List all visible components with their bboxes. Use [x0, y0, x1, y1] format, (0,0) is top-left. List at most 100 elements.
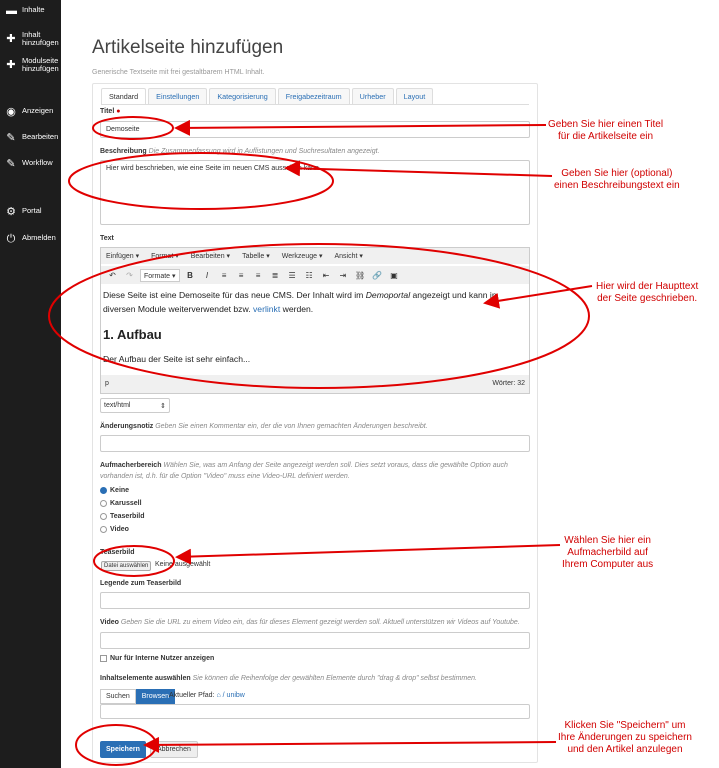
header-area-hint-2: vorhanden ist, d.h. für die Option "Vide… [100, 473, 350, 480]
sidebar-item-inhalt-hinzufuegen[interactable]: ✚ Inhalt hinzufügen [0, 31, 61, 47]
file-status: Keine ausgewählt [155, 561, 211, 568]
menu-bearbeiten[interactable]: Bearbeiten ▾ [191, 252, 230, 260]
tab-layout[interactable]: Layout [395, 88, 434, 104]
align-center-icon[interactable]: ≡ [235, 269, 248, 282]
change-note-field[interactable] [100, 435, 530, 452]
align-left-icon[interactable]: ≡ [218, 269, 231, 282]
callout-description: Geben Sie hier (optional) einen Beschrei… [554, 168, 680, 191]
sidebar-item-anzeigen[interactable]: ◉ Anzeigen [0, 107, 61, 119]
editor-content[interactable]: Diese Seite ist eine Demoseite für das n… [103, 288, 523, 366]
current-path-link[interactable]: / unibw [223, 692, 245, 699]
paragraph-text: Diese Seite ist eine Demoseite für das n… [103, 290, 366, 300]
redo-icon[interactable]: ↷ [123, 269, 136, 282]
save-button[interactable]: Speichern [100, 741, 146, 758]
editor-paragraph-2: Der Aufbau der Seite ist sehr einfach... [103, 354, 251, 364]
tab-suchen[interactable]: Suchen [100, 689, 136, 704]
description-hint: Die Zusammenfassung wird in Auflistungen… [148, 148, 380, 155]
numbered-list-icon[interactable]: ☷ [303, 269, 316, 282]
formats-select[interactable]: Formate ▾ [140, 268, 180, 282]
sidebar-item-portal[interactable]: ⚙ Portal [0, 207, 61, 219]
editor-heading: 1. Aufbau [103, 327, 162, 342]
content-elements-hint: Sie können die Reihenfolge der gewählten… [192, 675, 477, 682]
teaser-legend-field[interactable] [100, 592, 530, 609]
menu-werkzeuge[interactable]: Werkzeuge ▾ [282, 252, 323, 260]
paragraph-link[interactable]: verlinkt [253, 304, 280, 314]
indent-icon[interactable]: ⇥ [337, 269, 350, 282]
bold-icon[interactable]: B [184, 269, 197, 282]
italic-icon[interactable]: I [201, 269, 214, 282]
sidebar-item-modulseite-hinzufuegen[interactable]: ✚ Modulseite hinzufügen [0, 57, 61, 73]
mime-type-select[interactable]: text/html ⇕ [100, 398, 170, 413]
tab-einstellungen[interactable]: Einstellungen [148, 88, 208, 104]
content-elements-label-text: Inhaltselemente auswählen [100, 675, 191, 682]
title-field[interactable]: Demoseite [100, 121, 530, 138]
tab-urheber[interactable]: Urheber [351, 88, 394, 104]
pencil-icon: ✎ [6, 132, 16, 144]
radio-video[interactable]: Video [100, 526, 129, 533]
outdent-icon[interactable]: ⇤ [320, 269, 333, 282]
checkbox-label: Nur für Interne Nutzer anzeigen [110, 655, 215, 662]
eye-icon: ◉ [6, 106, 16, 118]
menu-einfuegen[interactable]: Einfügen ▾ [106, 252, 139, 260]
callout-teaser: Wählen Sie hier ein Aufmacherbild auf Ih… [562, 535, 654, 570]
sidebar-item-workflow[interactable]: ✎ Workflow [0, 159, 61, 171]
tab-freigabezeitraum[interactable]: Freigabezeitraum [277, 88, 350, 104]
radio-keine[interactable]: Keine [100, 487, 129, 494]
header-area-hint-line-2: vorhanden ist, d.h. für die Option "Vide… [100, 473, 350, 480]
mime-type-value: text/html [104, 402, 131, 409]
menu-format[interactable]: Format ▾ [151, 252, 179, 260]
menu-ansicht[interactable]: Ansicht ▾ [334, 252, 362, 260]
radio-label: Video [110, 526, 129, 533]
pencil-icon: ✎ [6, 158, 16, 170]
unlink-icon[interactable]: ⛓ [354, 269, 367, 282]
radio-karussell[interactable]: Karussell [100, 500, 142, 507]
gears-icon: ⚙ [6, 206, 16, 218]
callout-title: Geben Sie hier einen Titel für die Artik… [548, 119, 664, 142]
bullet-list-icon[interactable]: ☰ [286, 269, 299, 282]
editor-toolbar: ↶ ↷ Formate ▾ B I ≡ ≡ ≡ ≣ ☰ ☷ ⇤ ⇥ ⛓ 🔗 ▣ [101, 266, 529, 284]
link-icon[interactable]: 🔗 [371, 269, 384, 282]
align-justify-icon[interactable]: ≣ [269, 269, 282, 282]
change-note-label: Änderungsnotiz Geben Sie einen Kommentar… [100, 423, 428, 430]
video-url-field[interactable] [100, 632, 530, 649]
description-label: Beschreibung Die Zusammenfassung wird in… [100, 148, 380, 155]
tab-divider [101, 104, 529, 105]
text-label: Text [100, 235, 114, 242]
radio-teaserbild[interactable]: Teaserbild [100, 513, 145, 520]
search-browse-toggle: Suchen Browsen [100, 689, 175, 704]
tab-standard[interactable]: Standard [101, 88, 147, 104]
change-note-label-text: Änderungsnotiz [100, 423, 154, 430]
content-elements-list[interactable] [100, 704, 530, 719]
header-area-label: Aufmacherbereich Wählen Sie, was am Anfa… [100, 462, 508, 469]
sidebar-item-bearbeiten[interactable]: ✎ Bearbeiten [0, 133, 61, 145]
radio-label: Teaserbild [110, 513, 145, 520]
title-label: Titel ● [100, 108, 120, 115]
callout-save: Klicken Sie "Speichern" um Ihre Änderung… [558, 720, 692, 755]
video-hint: Geben Sie die URL zu einem Video ein, da… [120, 619, 520, 626]
home-icon[interactable]: ⌂ [216, 692, 220, 699]
menu-tabelle[interactable]: Tabelle ▾ [242, 252, 270, 260]
image-icon[interactable]: ▣ [388, 269, 401, 282]
radio-icon [100, 513, 107, 520]
tab-bar: Standard Einstellungen Kategorisierung F… [101, 88, 434, 104]
sidebar-item-inhalte[interactable]: ▬ Inhalte [0, 6, 61, 18]
change-note-hint: Geben Sie einen Kommentar ein, der die v… [155, 423, 428, 430]
tab-kategorisierung[interactable]: Kategorisierung [209, 88, 276, 104]
align-right-icon[interactable]: ≡ [252, 269, 265, 282]
choose-file-button[interactable]: Datei auswählen [101, 561, 152, 571]
description-label-text: Beschreibung [100, 148, 147, 155]
chevron-down-icon: ⇕ [160, 403, 166, 410]
video-label: Video Geben Sie die URL zu einem Video e… [100, 619, 520, 626]
edit-form: Standard Einstellungen Kategorisierung F… [92, 83, 538, 763]
undo-icon[interactable]: ↶ [106, 269, 119, 282]
page-title: Artikelseite hinzufügen [92, 37, 284, 58]
internal-only-checkbox[interactable]: Nur für Interne Nutzer anzeigen [100, 655, 214, 662]
cancel-button[interactable]: Abbrechen [150, 741, 198, 758]
rich-text-editor[interactable]: Einfügen ▾ Format ▾ Bearbeiten ▾ Tabelle… [100, 247, 530, 394]
sidebar-item-abmelden[interactable]: ⏻ Abmelden [0, 234, 61, 246]
header-area-hint: Wählen Sie, was am Anfang der Seite ange… [163, 462, 508, 469]
required-marker: ● [116, 108, 121, 115]
checkbox-icon [100, 655, 107, 662]
radio-icon [100, 526, 107, 533]
description-field[interactable]: Hier wird beschrieben, wie eine Seite im… [100, 160, 530, 225]
